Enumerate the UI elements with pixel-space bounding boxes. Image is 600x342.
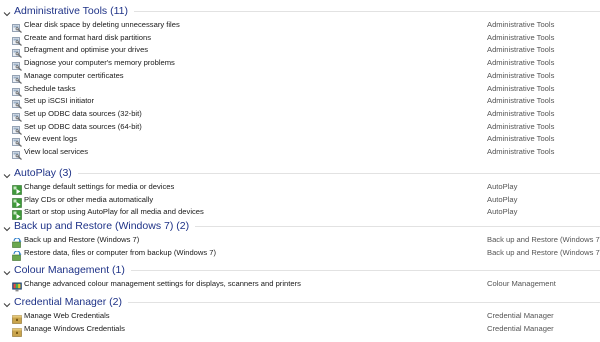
item-label[interactable]: Set up ODBC data sources (64-bit)	[24, 121, 142, 134]
group-title[interactable]: AutoPlay (3)	[14, 165, 72, 181]
list-item[interactable]: Set up iSCSI initiator Administrative Too…	[0, 95, 600, 110]
item-label[interactable]: Create and format hard disk partitions	[24, 32, 151, 45]
group-title[interactable]: Back up and Restore (Windows 7) (2)	[14, 218, 189, 234]
admin-tool-icon	[12, 45, 22, 59]
admin-tool-icon	[12, 20, 22, 33]
item-label[interactable]: Defragment and optimise your drives	[24, 44, 148, 57]
item-category: AutoPlay	[487, 182, 518, 191]
item-category: Administrative Tools	[487, 20, 555, 29]
item-category: Administrative Tools	[487, 58, 555, 68]
item-label[interactable]: View event logs	[24, 133, 77, 146]
credential-manager-icon	[12, 324, 22, 337]
item-category: Administrative Tools	[487, 134, 555, 144]
credential-manager-icon	[12, 311, 22, 324]
backup-restore-icon	[12, 248, 22, 261]
list-item[interactable]: Set up ODBC data sources (64-bit) Adminis…	[0, 121, 600, 135]
list-item[interactable]: Back up and Restore (Windows 7) Back up a…	[0, 234, 600, 248]
group-title[interactable]: Administrative Tools (11)	[14, 3, 128, 19]
item-category: Administrative Tools	[487, 96, 555, 106]
group-divider	[195, 226, 600, 227]
group-title[interactable]: Credential Manager (2)	[14, 294, 122, 310]
item-label[interactable]: Diagnose your computer's memory problems	[24, 57, 175, 70]
item-label[interactable]: Set up iSCSI initiator	[24, 95, 94, 108]
item-category: Administrative Tools	[487, 108, 555, 118]
list-item[interactable]: Defragment and optimise your drives Admin…	[0, 44, 600, 59]
list-item[interactable]: Diagnose your computer's memory problems…	[0, 57, 600, 72]
item-category: Administrative Tools	[487, 32, 555, 42]
item-category: Credential Manager	[487, 323, 554, 333]
item-label[interactable]: Restore data, files or computer from bac…	[24, 247, 216, 260]
autoplay-icon	[12, 195, 22, 208]
item-label[interactable]: Manage computer certificates	[24, 70, 124, 83]
admin-tool-icon	[12, 109, 22, 122]
chevron-down-icon[interactable]	[2, 265, 12, 276]
item-label[interactable]: Set up ODBC data sources (32-bit)	[24, 108, 142, 121]
item-label[interactable]: Back up and Restore (Windows 7)	[24, 234, 139, 247]
chevron-down-icon[interactable]	[2, 221, 12, 232]
item-label[interactable]: Manage Windows Credentials	[24, 323, 125, 336]
item-category: Administrative Tools	[487, 121, 555, 131]
item-category: Administrative Tools	[487, 45, 555, 55]
list-item[interactable]: Restore data, files or computer from bac…	[0, 247, 600, 261]
admin-tool-icon	[12, 147, 22, 160]
list-item[interactable]: View local services Administrative Tools	[0, 146, 600, 160]
group-header[interactable]: Colour Management (1)	[0, 262, 600, 278]
item-category: Administrative Tools	[487, 83, 555, 93]
group-header[interactable]: AutoPlay (3)	[0, 165, 600, 181]
list-item[interactable]: Change advanced colour management settin…	[0, 278, 600, 292]
chevron-down-icon[interactable]	[2, 168, 12, 179]
item-label[interactable]: Manage Web Credentials	[24, 310, 110, 323]
item-category: Back up and Restore (Windows 7)	[487, 247, 600, 257]
list-item[interactable]: Manage Windows Credentials Credential Man…	[0, 323, 600, 337]
admin-tool-icon	[12, 122, 22, 135]
list-item[interactable]: Schedule tasks Administrative Tools	[0, 83, 600, 97]
chevron-down-icon[interactable]	[2, 6, 12, 17]
list-item[interactable]: Change default settings for media or dev…	[0, 181, 600, 195]
item-category: Administrative Tools	[487, 70, 555, 80]
group-header[interactable]: Back up and Restore (Windows 7) (2)	[0, 218, 600, 234]
group-title[interactable]: Colour Management (1)	[14, 262, 125, 278]
list-item[interactable]: Play CDs or other media automatically Aut…	[0, 194, 600, 208]
item-category: Back up and Restore (Windows 7)	[487, 235, 600, 244]
list-item[interactable]: Manage computer certificates Administrati…	[0, 70, 600, 84]
admin-tool-icon	[12, 33, 22, 46]
item-label[interactable]: Change advanced colour management settin…	[24, 278, 301, 291]
autoplay-icon	[12, 207, 22, 221]
item-label[interactable]: Change default settings for media or dev…	[24, 181, 174, 194]
item-category: Credential Manager	[487, 311, 554, 320]
autoplay-icon	[12, 182, 22, 195]
group-divider	[131, 270, 600, 271]
list-item[interactable]: Manage Web Credentials Credential Manager	[0, 310, 600, 324]
list-item[interactable]: View event logs Administrative Tools	[0, 133, 600, 148]
list-item[interactable]: Clear disk space by deleting unnecessary…	[0, 19, 600, 33]
admin-tool-icon	[12, 71, 22, 84]
group-divider	[128, 302, 600, 303]
backup-restore-icon	[12, 235, 22, 248]
item-label[interactable]: Play CDs or other media automatically	[24, 194, 153, 207]
group-header[interactable]: Administrative Tools (11)	[0, 3, 600, 19]
item-label[interactable]: Schedule tasks	[24, 83, 76, 96]
item-label[interactable]: View local services	[24, 146, 88, 159]
item-category: Colour Management	[487, 279, 556, 288]
item-category: Administrative Tools	[487, 147, 555, 156]
colour-management-icon	[12, 279, 22, 292]
admin-tool-icon	[12, 58, 22, 72]
item-category: AutoPlay	[487, 194, 518, 204]
admin-tool-icon	[12, 96, 22, 110]
admin-tool-icon	[12, 84, 22, 97]
item-label[interactable]: Clear disk space by deleting unnecessary…	[24, 19, 180, 32]
list-item[interactable]: Set up ODBC data sources (32-bit) Adminis…	[0, 108, 600, 122]
chevron-down-icon[interactable]	[2, 297, 12, 308]
admin-tool-icon	[12, 134, 22, 148]
group-header[interactable]: Credential Manager (2)	[0, 294, 600, 310]
group-divider	[134, 11, 600, 12]
group-divider	[78, 173, 600, 174]
list-item[interactable]: Create and format hard disk partitions Ad…	[0, 32, 600, 46]
